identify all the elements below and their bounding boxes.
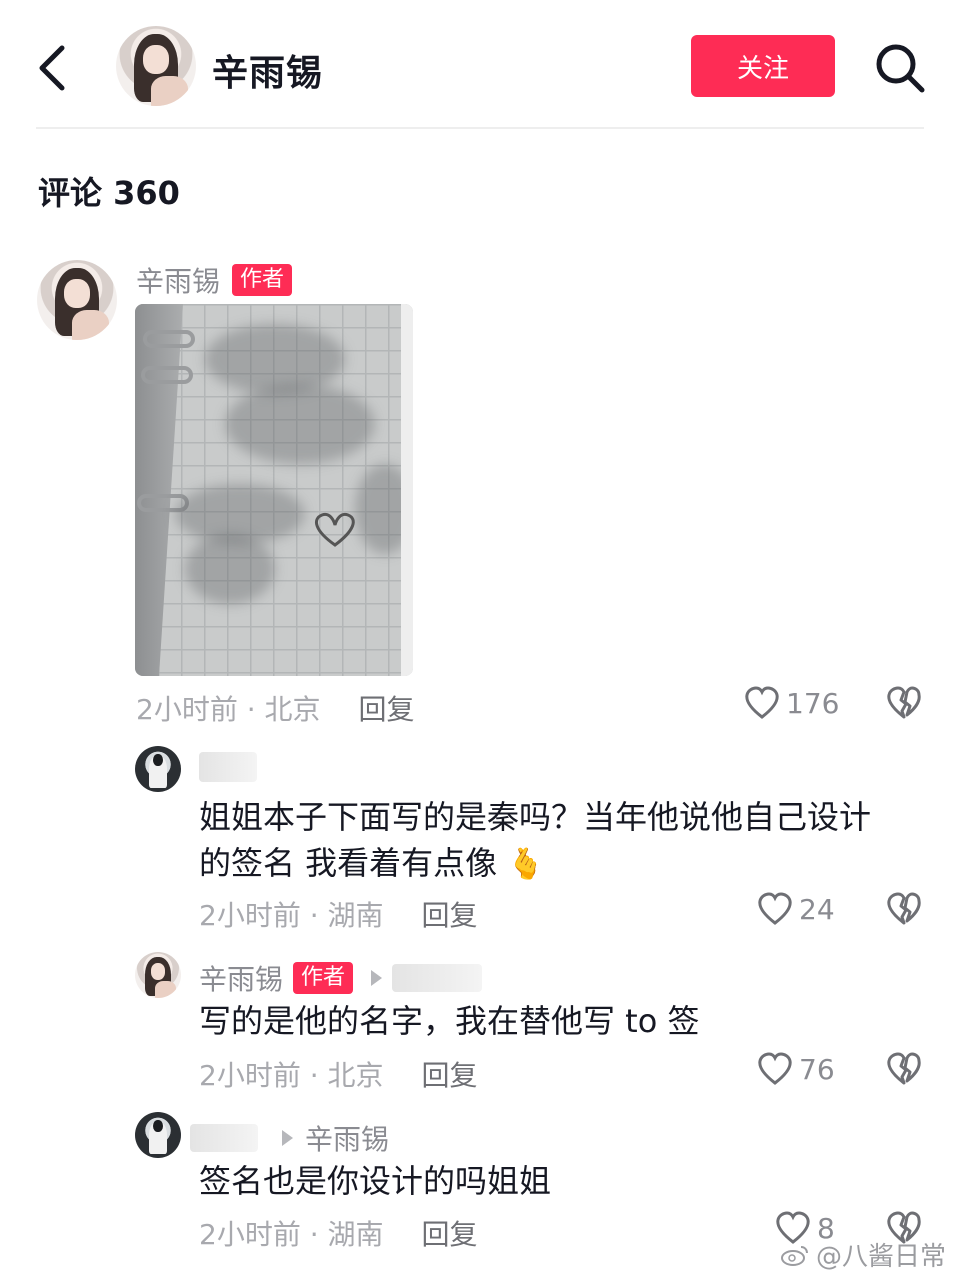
comment-image[interactable] <box>135 304 413 676</box>
reply-button[interactable]: 回复 <box>422 1054 478 1094</box>
comment-meta: 2小时前 · 北京 <box>136 693 321 726</box>
reply-meta: 2小时前 · 湖南 <box>199 1218 384 1251</box>
reply-meta-row: 2小时前 · 湖南 回复 <box>199 894 478 934</box>
reply-author-blurred[interactable] <box>199 752 257 782</box>
emoji-finger-heart: 🫰 <box>507 847 545 882</box>
reply-text-line: 的签名 我看着有点像 🫰 <box>199 840 929 888</box>
reply-author-blurred[interactable] <box>190 1124 258 1152</box>
follow-button[interactable]: 关注 <box>691 35 835 97</box>
reply-button[interactable]: 回复 <box>422 1213 478 1253</box>
reply-avatar[interactable] <box>135 1112 181 1158</box>
header-divider <box>36 127 924 129</box>
reply-button[interactable]: 回复 <box>359 688 415 728</box>
like-count: 76 <box>799 1052 835 1086</box>
like-button[interactable]: 24 <box>757 892 835 926</box>
reply-to-name[interactable]: 辛雨锡 <box>305 1118 389 1158</box>
broken-heart-icon <box>887 1052 921 1085</box>
reply-text: 写的是他的名字，我在替他写 to 签 <box>199 1002 700 1040</box>
dislike-button[interactable] <box>886 1052 922 1090</box>
search-icon <box>876 44 925 93</box>
reply-author[interactable]: 辛雨锡 <box>199 958 283 998</box>
like-count: 24 <box>799 892 835 926</box>
reply-meta-row: 2小时前 · 湖南 回复 <box>199 1213 478 1253</box>
reply-avatar[interactable] <box>135 952 181 998</box>
comment-avatar[interactable] <box>37 260 117 340</box>
comment-author-row: 辛雨锡 作者 <box>136 260 293 300</box>
comment-meta-row: 2小时前 · 北京 回复 <box>136 688 415 728</box>
back-button[interactable] <box>30 40 80 96</box>
reply-text: 姐姐本子下面写的是秦吗？当年他说他自己设计 的签名 我看着有点像 🫰 <box>199 794 929 888</box>
chevron-left-icon <box>39 45 65 91</box>
reply-to-arrow-icon <box>371 970 383 986</box>
search-button[interactable] <box>872 40 928 96</box>
reply-meta: 2小时前 · 北京 <box>199 1059 384 1092</box>
reply-meta: 2小时前 · 湖南 <box>199 899 384 932</box>
like-button[interactable]: 176 <box>744 686 839 720</box>
reply-avatar[interactable] <box>135 746 181 792</box>
reply-meta-row: 2小时前 · 北京 回复 <box>199 1054 478 1094</box>
heart-icon <box>758 1052 792 1085</box>
reply-author-row: 辛雨锡 作者 <box>199 958 483 998</box>
reply-text-line: 姐姐本子下面写的是秦吗？当年他说他自己设计 <box>199 798 872 836</box>
dislike-button[interactable] <box>886 892 922 930</box>
header-avatar[interactable] <box>116 26 196 106</box>
author-badge: 作者 <box>293 962 354 994</box>
author-badge: 作者 <box>232 264 293 296</box>
reply-text: 签名也是你设计的吗姐姐 <box>199 1162 552 1200</box>
reply-text-line2: 的签名 我看着有点像 <box>199 844 498 882</box>
reply-button[interactable]: 回复 <box>422 894 478 934</box>
dislike-button[interactable] <box>886 686 922 724</box>
broken-heart-icon <box>887 686 921 719</box>
like-count: 176 <box>786 686 840 720</box>
like-button[interactable]: 76 <box>757 1052 835 1086</box>
heart-icon <box>758 892 792 925</box>
comment-count: 评论 360 <box>38 174 180 212</box>
watermark: @八酱日常 <box>780 1236 946 1273</box>
weibo-logo-icon <box>780 1245 808 1266</box>
reply-author-row: 辛雨锡 <box>190 1118 389 1158</box>
watermark-text: @八酱日常 <box>815 1242 946 1272</box>
header-username[interactable]: 辛雨锡 <box>212 44 323 96</box>
comment-author[interactable]: 辛雨锡 <box>136 260 220 300</box>
heart-icon <box>745 686 779 719</box>
reply-to-blurred[interactable] <box>392 964 483 992</box>
reply-to-arrow-icon <box>282 1130 293 1146</box>
broken-heart-icon <box>887 892 921 925</box>
